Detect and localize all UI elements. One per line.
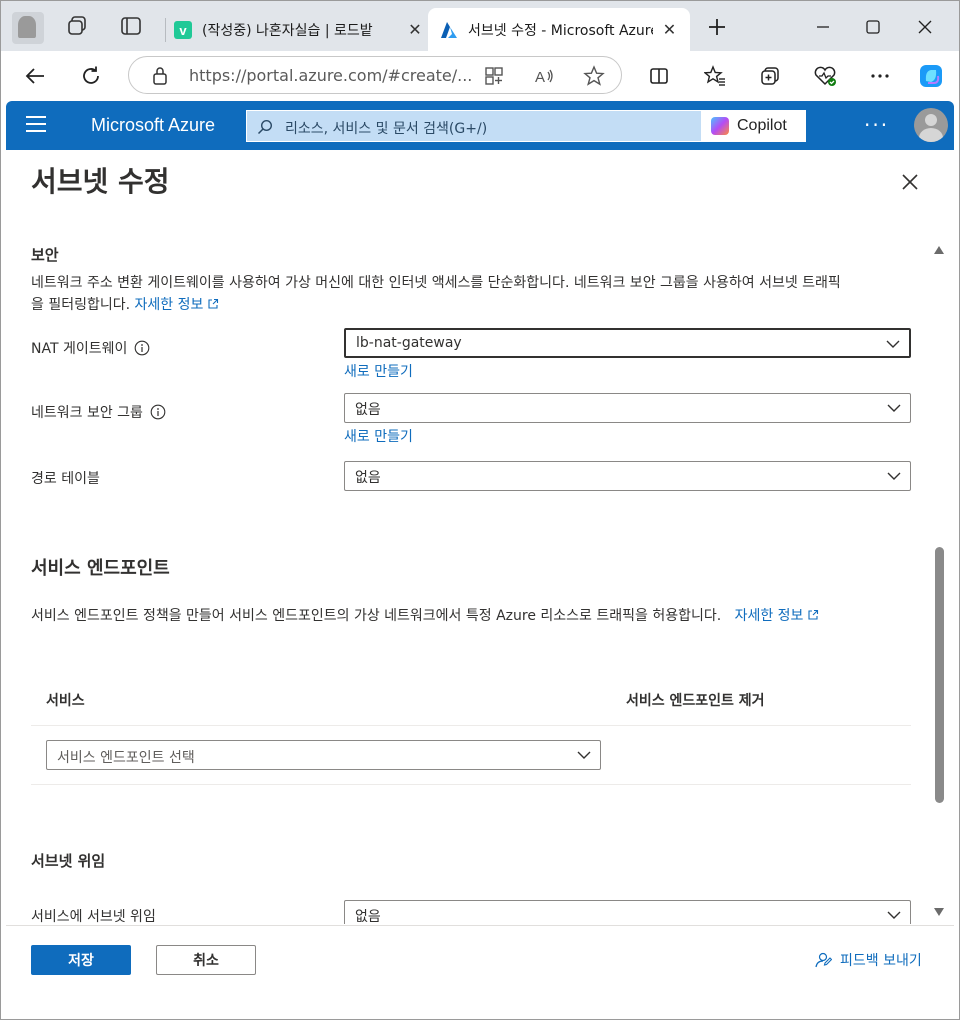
- copilot-browser-icon[interactable]: [916, 61, 946, 91]
- browser-toolbar: https://portal.azure.com/#create/... A: [0, 51, 960, 101]
- azure-top-bar: Microsoft Azure 리소스, 서비스 및 문서 검색(G+/) Co…: [6, 101, 954, 150]
- address-bar[interactable]: https://portal.azure.com/#create/... A: [128, 56, 622, 94]
- column-header-service: 서비스: [46, 693, 85, 709]
- lock-icon[interactable]: [151, 66, 169, 86]
- route-table-value: 없음: [355, 470, 381, 486]
- page-title: 서브넷 수정: [31, 165, 170, 198]
- nat-gateway-dropdown[interactable]: lb-nat-gateway: [344, 328, 911, 358]
- send-feedback-link[interactable]: 피드백 보내기: [814, 950, 922, 970]
- service-endpoint-placeholder: 서비스 엔드포인트 선택: [57, 750, 195, 766]
- security-description: 네트워크 주소 변환 게이트웨이를 사용하여 가상 머신에 대한 인터넷 액세스…: [31, 272, 916, 316]
- copilot-label: Copilot: [737, 117, 787, 134]
- external-link-icon: [208, 298, 219, 309]
- route-table-label: 경로 테이블: [31, 471, 100, 487]
- chevron-down-icon: [887, 911, 901, 919]
- close-blade-icon[interactable]: [898, 170, 922, 194]
- copilot-button[interactable]: Copilot: [701, 110, 806, 142]
- info-icon[interactable]: [150, 404, 166, 420]
- security-heading: 보안: [31, 246, 59, 264]
- split-screen-icon[interactable]: [644, 61, 674, 91]
- browser-profile-avatar[interactable]: [12, 12, 44, 44]
- subnet-delegation-value: 없음: [355, 909, 381, 924]
- svg-text:A: A: [535, 69, 545, 86]
- service-endpoints-description: 서비스 엔드포인트 정책을 만들어 서비스 엔드포인트의 가상 네트워크에서 특…: [31, 605, 819, 627]
- chevron-down-icon: [886, 340, 900, 348]
- read-aloud-icon[interactable]: A: [533, 65, 555, 87]
- security-description-line2: 을 필터링합니다. 자세한 정보: [31, 294, 916, 316]
- copilot-logo-icon: [711, 117, 729, 135]
- minimize-icon[interactable]: [808, 12, 838, 42]
- table-divider: [31, 725, 911, 726]
- scroll-down-arrow-icon[interactable]: [934, 902, 944, 916]
- close-tab-icon[interactable]: ✕: [661, 20, 678, 39]
- chevron-down-icon: [577, 751, 591, 759]
- save-button[interactable]: 저장: [31, 945, 131, 975]
- browser-tab-velog[interactable]: v (작성중) 나혼자실습 | 로드밭 ✕: [162, 8, 436, 51]
- subnet-delegation-label: 서비스에 서브넷 위임: [31, 909, 156, 924]
- portal-menu-icon[interactable]: [26, 116, 46, 134]
- user-avatar[interactable]: [914, 108, 948, 142]
- feedback-icon: [815, 952, 832, 968]
- svg-text:v: v: [179, 23, 187, 38]
- app-available-icon[interactable]: [483, 65, 505, 87]
- favorite-star-icon[interactable]: [583, 65, 605, 87]
- browser-tab-azure[interactable]: 서브넷 수정 - Microsoft Azure ✕: [428, 8, 690, 51]
- tab-title: 서브넷 수정 - Microsoft Azure: [468, 22, 654, 39]
- collections-icon[interactable]: [755, 61, 785, 91]
- table-divider: [31, 784, 911, 785]
- cancel-button[interactable]: 취소: [156, 945, 256, 975]
- tab-actions-icon[interactable]: [119, 14, 143, 38]
- settings-more-icon[interactable]: [865, 61, 895, 91]
- favorites-icon[interactable]: [700, 61, 730, 91]
- azure-brand[interactable]: Microsoft Azure: [91, 115, 215, 136]
- route-table-dropdown[interactable]: 없음: [344, 461, 911, 491]
- close-tab-icon[interactable]: ✕: [406, 20, 424, 39]
- column-header-remove-endpoint: 서비스 엔드포인트 제거: [626, 693, 765, 709]
- browser-essentials-icon[interactable]: [810, 61, 840, 91]
- subnet-delegation-heading: 서브넷 위임: [31, 852, 106, 870]
- service-endpoints-heading: 서비스 엔드포인트: [31, 558, 170, 579]
- nsg-value: 없음: [355, 402, 381, 418]
- close-window-icon[interactable]: [910, 12, 940, 42]
- subnet-delegation-dropdown[interactable]: 없음: [344, 900, 911, 924]
- blade-footer: 저장 취소 피드백 보내기: [6, 925, 954, 1014]
- velog-favicon-icon: v: [174, 20, 192, 39]
- external-link-icon: [808, 609, 819, 620]
- blade-content: 서브넷 수정 보안 네트워크 주소 변환 게이트웨이를 사용하여 가상 머신에 …: [6, 150, 954, 924]
- address-url[interactable]: https://portal.azure.com/#create/...: [189, 66, 472, 85]
- nat-gateway-label: NAT 게이트웨이: [31, 338, 150, 358]
- learn-more-link[interactable]: 자세한 정보: [135, 297, 220, 313]
- nat-gateway-value: lb-nat-gateway: [356, 335, 462, 351]
- scrollbar-thumb[interactable]: [935, 547, 944, 803]
- refresh-icon[interactable]: [76, 61, 106, 91]
- nsg-label: 네트워크 보안 그룹: [31, 402, 166, 422]
- chevron-down-icon: [887, 404, 901, 412]
- security-description-line1: 네트워크 주소 변환 게이트웨이를 사용하여 가상 머신에 대한 인터넷 액세스…: [31, 275, 841, 291]
- nsg-dropdown[interactable]: 없음: [344, 393, 911, 423]
- edit-subnet-blade: 서브넷 수정 보안 네트워크 주소 변환 게이트웨이를 사용하여 가상 머신에 …: [6, 150, 954, 1014]
- scroll-up-arrow-icon[interactable]: [934, 240, 944, 254]
- create-nsg-link[interactable]: 새로 만들기: [344, 426, 413, 446]
- learn-more-link[interactable]: 자세한 정보: [735, 608, 820, 624]
- service-endpoint-dropdown[interactable]: 서비스 엔드포인트 선택: [46, 740, 601, 770]
- search-placeholder: 리소스, 서비스 및 문서 검색(G+/): [285, 121, 488, 137]
- workspaces-icon[interactable]: [66, 14, 90, 38]
- create-nat-gateway-link[interactable]: 새로 만들기: [344, 361, 413, 381]
- tab-title: (작성중) 나혼자실습 | 로드밭: [202, 22, 373, 39]
- chevron-down-icon: [887, 472, 901, 480]
- browser-tab-strip: v (작성중) 나혼자실습 | 로드밭 ✕ 서브넷 수정 - Microsoft…: [0, 0, 960, 51]
- more-options-icon[interactable]: ···: [864, 113, 889, 137]
- info-icon[interactable]: [134, 340, 150, 356]
- azure-favicon-icon: [440, 21, 458, 39]
- new-tab-icon[interactable]: [702, 12, 732, 42]
- search-icon: [257, 119, 273, 135]
- back-icon[interactable]: [20, 61, 50, 91]
- maximize-icon[interactable]: [858, 12, 888, 42]
